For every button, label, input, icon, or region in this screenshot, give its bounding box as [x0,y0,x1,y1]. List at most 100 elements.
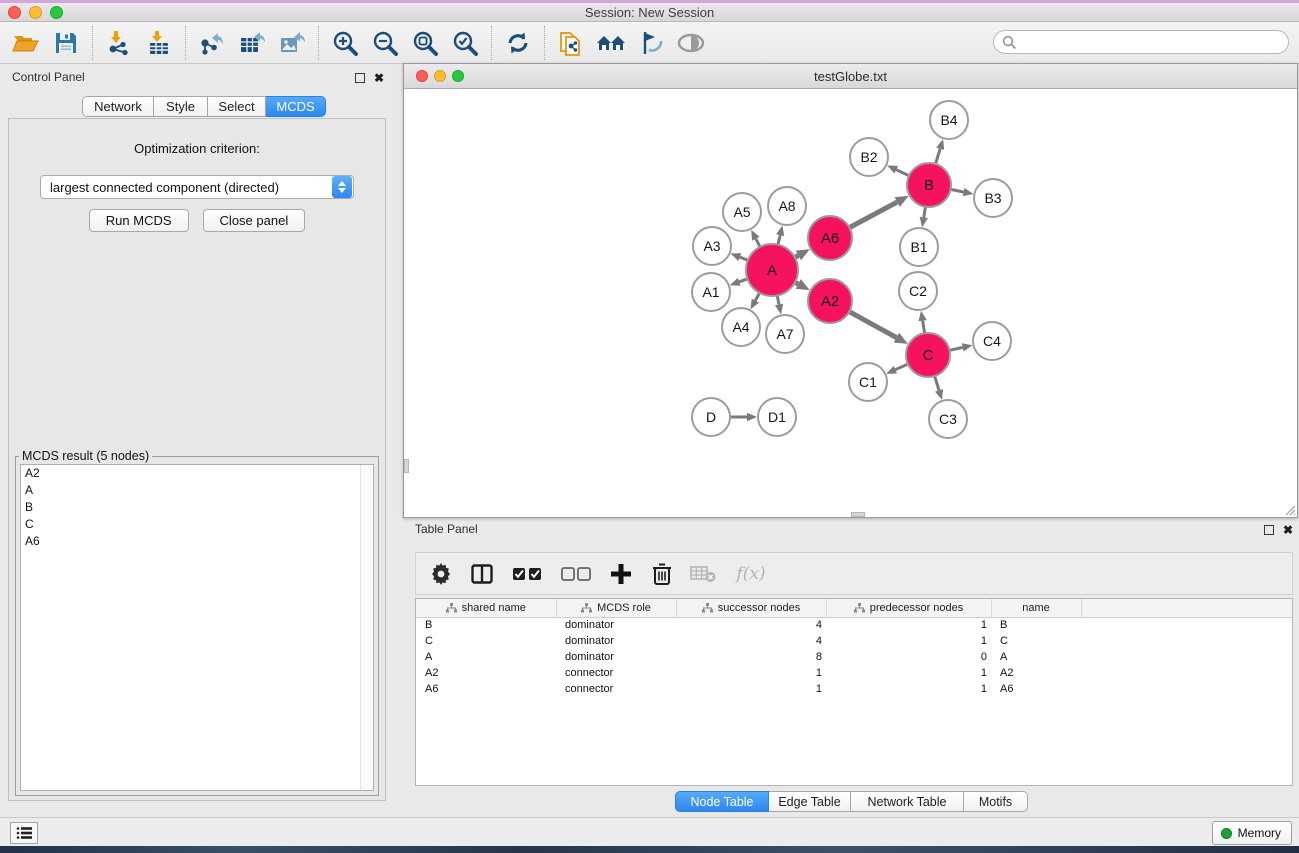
network-window: testGlobe.txt B4B2BB3A5A8A6A3B1AA1C2A2A4… [403,63,1298,518]
zoom-fit-icon [412,30,438,56]
tab-network[interactable]: Network [82,96,154,117]
column-header[interactable]: predecessor nodes [826,599,991,617]
tab-node-table[interactable]: Node Table [675,791,769,812]
result-item[interactable]: A2 [21,465,373,482]
select-all-button[interactable] [510,559,544,589]
eye-button[interactable] [671,25,711,61]
float-table-panel-icon[interactable] [1264,525,1274,535]
node-label-A1: A1 [702,284,719,300]
criterion-value: largest connected component (directed) [41,180,332,195]
memory-label: Memory [1238,826,1281,840]
table-row[interactable]: A6connector 11 A6 [416,681,1292,697]
hide-details-button[interactable] [631,25,671,61]
result-item[interactable]: A [21,482,373,499]
canvas-vscroll-thumb[interactable] [404,459,409,473]
network-close-icon[interactable] [416,70,428,82]
node-label-C4: C4 [983,333,1001,349]
table-row[interactable]: Adominator 80 A [416,649,1292,665]
column-header[interactable]: shared name [416,599,556,617]
result-scrollbar[interactable] [360,465,373,790]
minimize-window-icon[interactable] [29,6,42,19]
node-label-D1: D1 [768,409,786,425]
home-button[interactable] [591,25,631,61]
add-column-button[interactable] [608,559,634,589]
network-minimize-icon[interactable] [434,70,446,82]
table-panel-header: Table Panel ✖ [403,520,1299,542]
table-row[interactable]: Bdominator 41 B [416,617,1292,633]
mcds-result-list[interactable]: A2 A B C A6 [20,464,374,791]
open-session-button[interactable] [6,25,46,61]
result-item[interactable]: C [21,516,373,533]
arrowhead-icon [775,304,783,315]
network-canvas[interactable]: B4B2BB3A5A8A6A3B1AA1C2A2A4A7C4CC1C3DD1 [404,89,1297,517]
function-builder-label: f(x) [736,564,765,584]
tab-motifs[interactable]: Motifs [964,791,1028,812]
optimization-criterion-label: Optimization criterion: [9,141,385,156]
duplicate-network-button[interactable] [551,25,591,61]
column-header[interactable]: successor nodes [676,599,826,617]
resize-grip-icon[interactable] [1282,502,1296,516]
deselect-all-button[interactable] [559,559,593,589]
window-title: Session: New Session [0,3,1299,22]
close-panel-icon[interactable]: ✖ [374,73,384,83]
delete-table-button[interactable] [690,559,716,589]
task-history-button[interactable] [10,822,38,844]
node-label-A2: A2 [821,293,839,310]
function-builder-button[interactable]: f(x) [731,559,771,589]
split-columns-button[interactable] [469,559,495,589]
criterion-dropdown[interactable]: largest connected component (directed) [40,175,354,199]
result-item[interactable]: B [21,499,373,516]
export-image-button[interactable] [272,25,312,61]
column-header[interactable]: MCDS role [556,599,676,617]
network-window-titlebar[interactable]: testGlobe.txt [404,64,1297,89]
tab-mcds[interactable]: MCDS [266,96,326,117]
tab-select[interactable]: Select [208,96,266,117]
column-header[interactable]: name [991,599,1081,617]
tab-network-table[interactable]: Network Table [851,791,964,812]
zoom-out-button[interactable] [365,25,405,61]
export-network-icon [199,30,225,56]
float-panel-icon[interactable] [355,73,365,83]
delete-button[interactable] [649,559,675,589]
search-input[interactable] [993,30,1289,54]
close-panel-button[interactable]: Close panel [203,209,306,232]
export-network-button[interactable] [192,25,232,61]
refresh-button[interactable] [498,25,538,61]
control-panel: Control Panel ✖ Network Style Select MCD… [4,68,390,805]
import-network-button[interactable] [99,25,139,61]
export-table-button[interactable] [232,25,272,61]
arrowhead-icon [962,343,973,351]
node-label-A: A [767,262,777,279]
save-session-button[interactable] [46,25,86,61]
node-table[interactable]: shared name MCDS role successor nodes pr… [415,598,1293,786]
zoom-selected-button[interactable] [445,25,485,61]
add-column-icon [610,563,632,585]
import-table-icon [146,30,172,56]
close-window-icon[interactable] [8,6,21,19]
close-table-panel-icon[interactable]: ✖ [1283,525,1293,535]
table-row[interactable]: A2connector 11 A2 [416,665,1292,681]
zoom-window-icon[interactable] [50,6,63,19]
tab-edge-table[interactable]: Edge Table [769,791,851,812]
result-item[interactable]: A6 [21,533,373,550]
gear-button[interactable] [428,559,454,589]
mcds-tab-content: Optimization criterion: largest connecte… [8,118,386,801]
tab-style[interactable]: Style [154,96,208,117]
toolbar-separator [544,26,545,60]
node-label-A4: A4 [732,319,749,335]
toolbar-separator [92,26,93,60]
run-mcds-button[interactable]: Run MCDS [89,209,189,232]
table-row[interactable]: Cdominator 41 C [416,633,1292,649]
arrowhead-icon [935,389,943,400]
table-header-row: shared name MCDS role successor nodes pr… [416,599,1292,617]
node-label-B2: B2 [860,149,877,165]
import-table-button[interactable] [139,25,179,61]
network-zoom-icon[interactable] [452,70,464,82]
arrowhead-icon [731,253,742,261]
zoom-fit-button[interactable] [405,25,445,61]
canvas-hscroll-thumb[interactable] [851,512,865,517]
toolbar-separator [185,26,186,60]
zoom-in-button[interactable] [325,25,365,61]
memory-button[interactable]: Memory [1212,821,1292,845]
toolbar-separator [318,26,319,60]
